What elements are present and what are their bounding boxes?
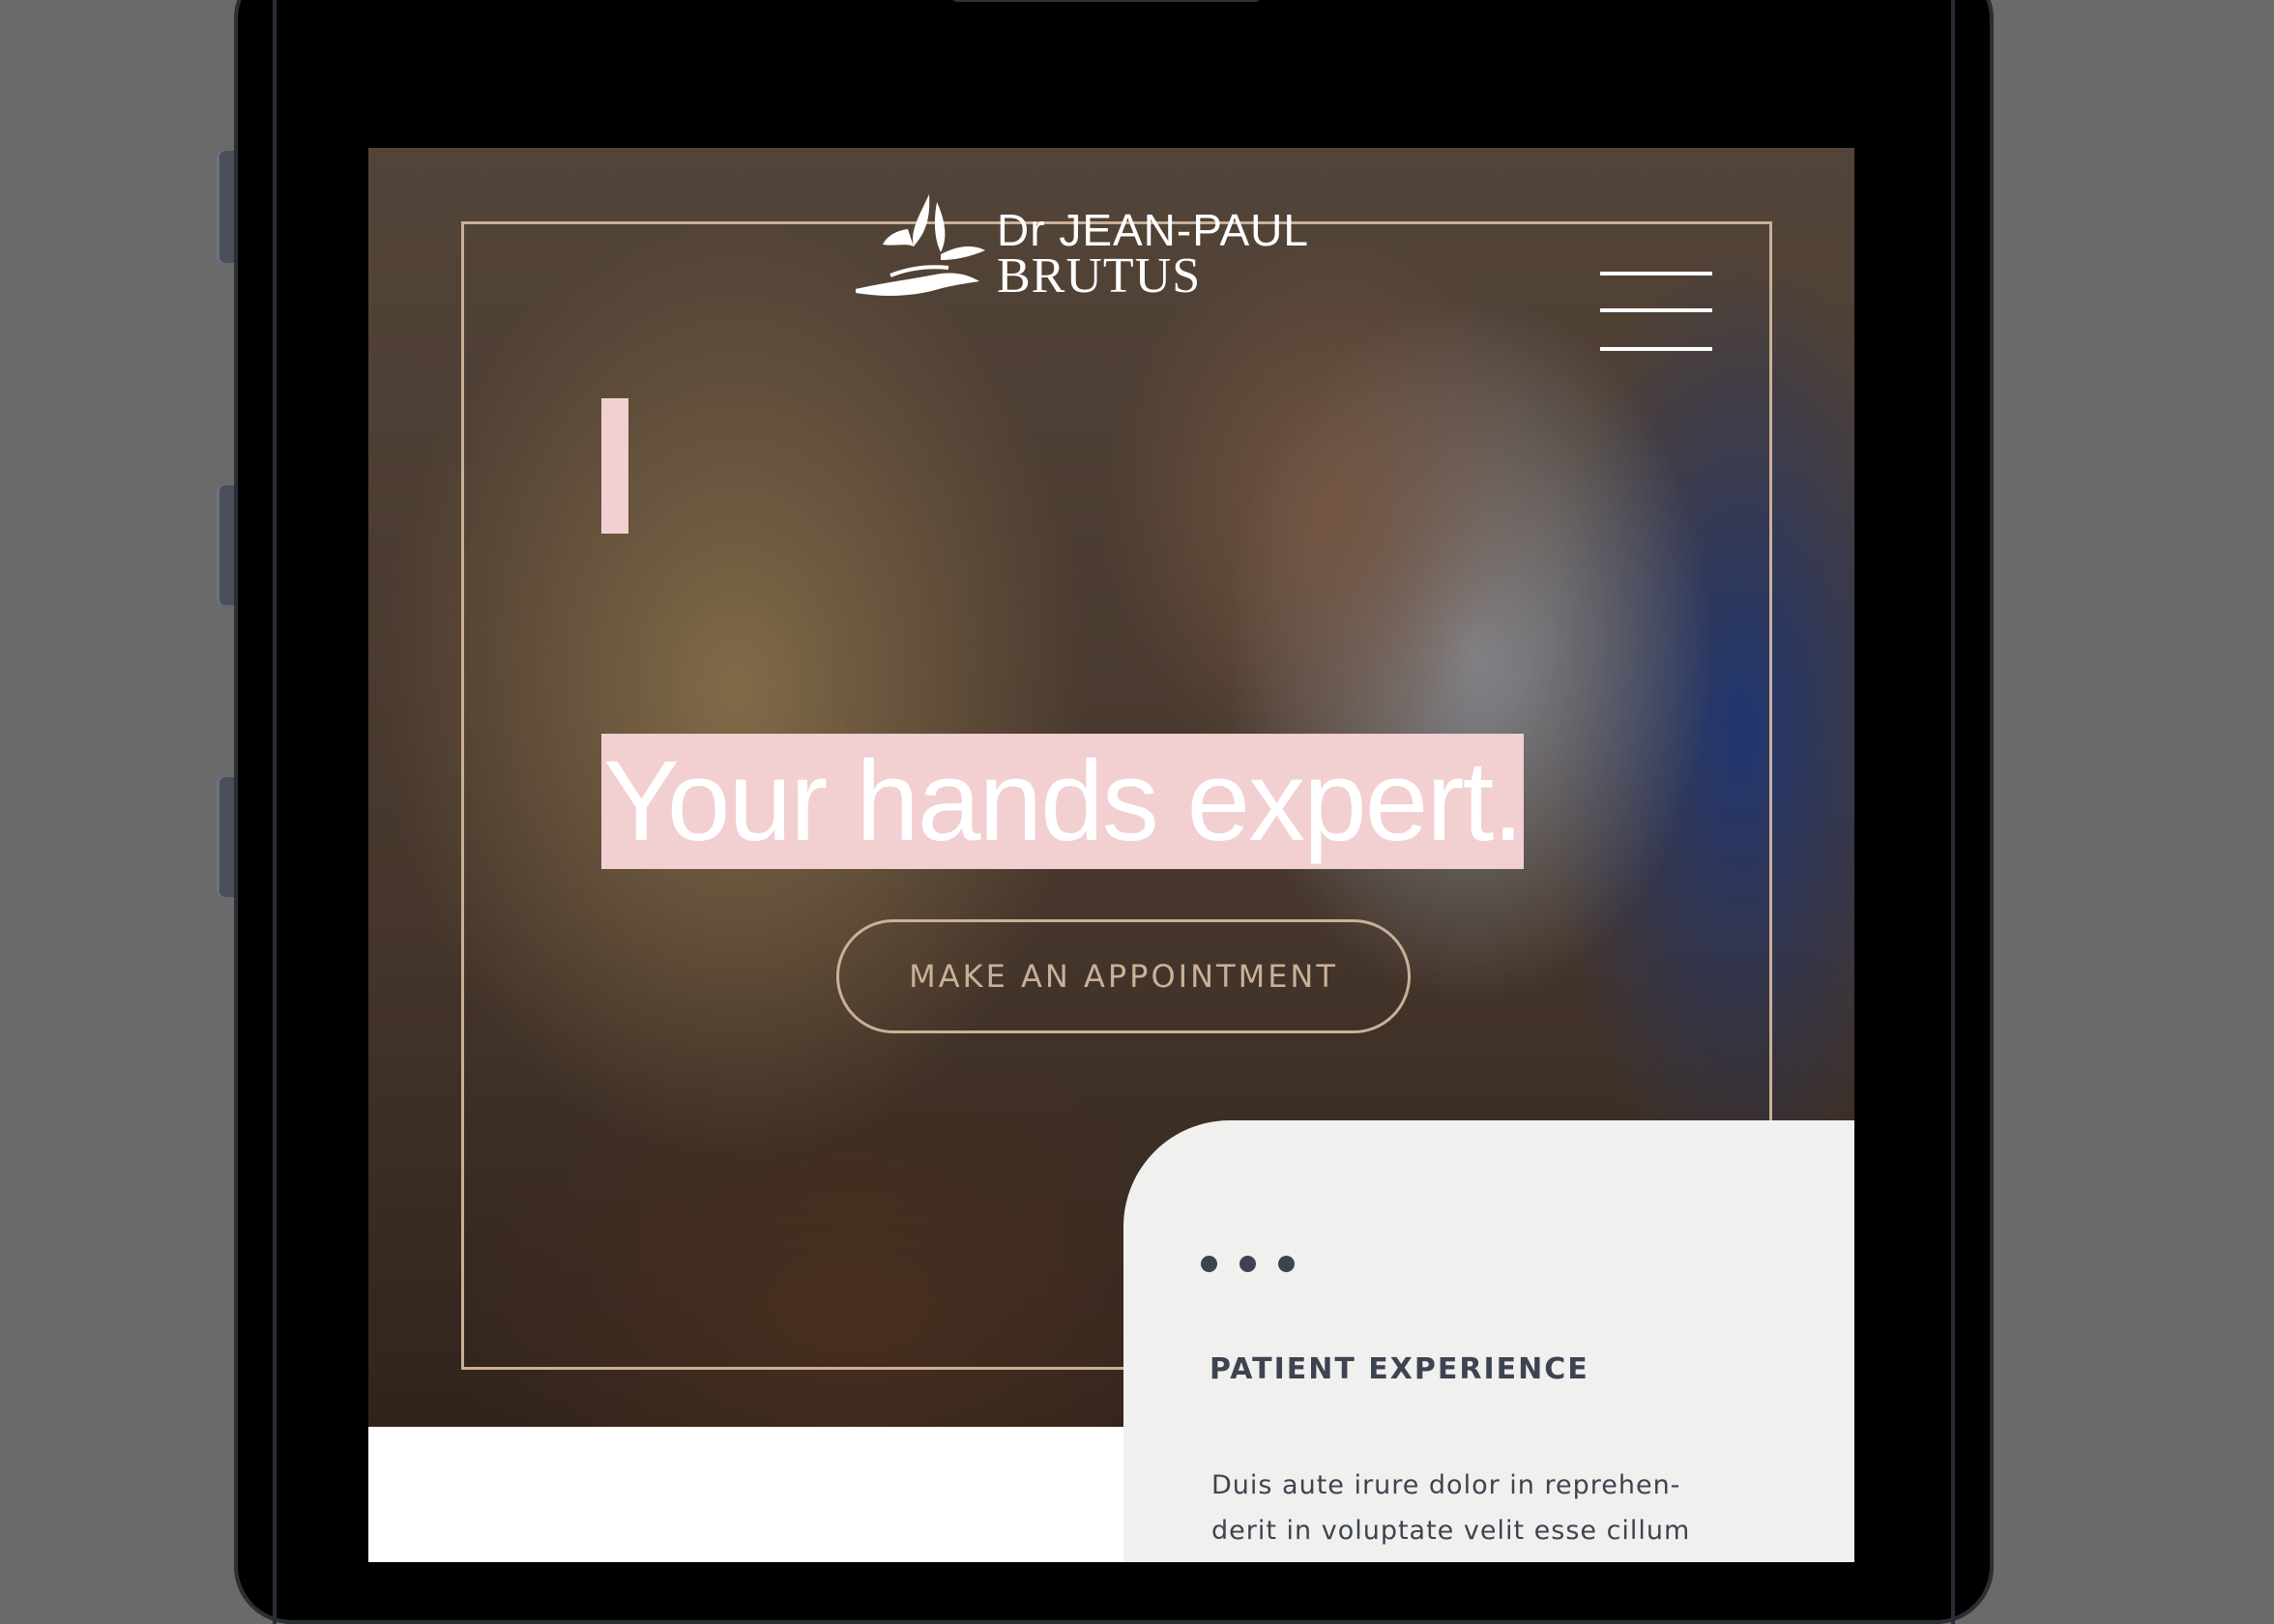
card-text-line: derit in voluptate velit esse cillum xyxy=(1211,1516,1691,1546)
card-title: PATIENT EXPERIENCE xyxy=(1210,1352,1589,1386)
butterfly-hand-icon xyxy=(856,194,985,296)
phone-speaker xyxy=(951,0,1261,2)
phone-side-button-volume-up xyxy=(217,485,234,605)
card-text-line: Duis aute irure dolor in reprehen- xyxy=(1211,1470,1681,1500)
make-appointment-button[interactable]: MAKE AN APPOINTMENT xyxy=(836,919,1411,1033)
phone-side-button-mute xyxy=(217,151,234,263)
phone-side-button-volume-down xyxy=(217,777,234,897)
website-screen: Dr JEAN-PAUL BRUTUS Your hands expert. M… xyxy=(368,148,1854,1562)
card-text: Duis aute irure dolor in reprehen- derit… xyxy=(1211,1463,1753,1553)
patient-experience-card: PATIENT EXPERIENCE Duis aute irure dolor… xyxy=(1123,1120,1854,1562)
hero-headline: Your hands expert. xyxy=(601,734,1524,869)
accent-bar xyxy=(601,398,628,534)
hamburger-menu-icon[interactable] xyxy=(1600,272,1712,353)
logo-text-line2: BRUTUS xyxy=(997,248,1202,304)
ellipsis-icon xyxy=(1201,1256,1317,1279)
